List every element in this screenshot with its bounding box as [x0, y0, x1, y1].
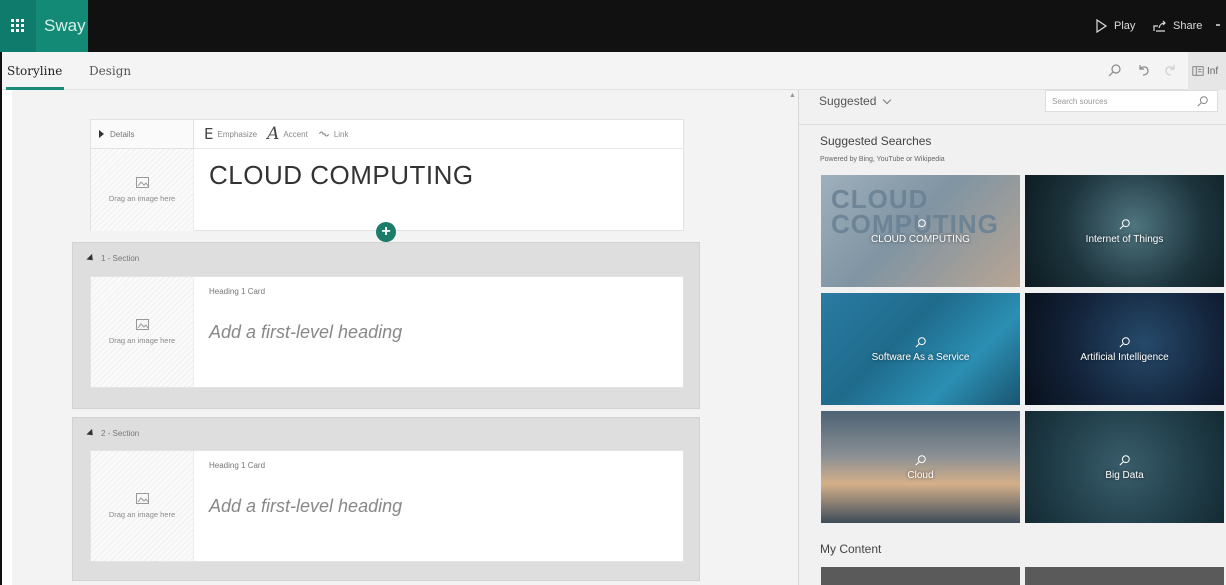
accent-label: Accent — [283, 129, 308, 139]
heading-card: Drag an image here Heading 1 Card Add a … — [90, 450, 684, 562]
suggestion-tile-big-data[interactable]: Big Data — [1025, 411, 1224, 523]
heading-card: Drag an image here Heading 1 Card Add a … — [90, 276, 684, 388]
collapse-icon — [86, 253, 96, 264]
story-title[interactable]: CLOUD COMPUTING — [209, 160, 474, 191]
link-icon — [319, 131, 329, 137]
dropdown-label: Suggested — [819, 94, 877, 108]
section-2: 2 - Section Drag an image here Heading 1… — [72, 417, 700, 581]
card-image-dropzone[interactable]: Drag an image here — [91, 451, 194, 561]
scroll-up-arrow[interactable]: ▲ — [789, 92, 796, 99]
card-type-label: Heading 1 Card — [209, 461, 266, 470]
link-button[interactable]: Link — [318, 128, 349, 140]
image-dropzone-label: Drag an image here — [108, 336, 176, 345]
search-icon — [1118, 454, 1130, 466]
separator — [799, 124, 1226, 125]
tile-label: Internet of Things — [1085, 233, 1164, 245]
play-icon — [1096, 19, 1108, 33]
redo-icon[interactable] — [1163, 63, 1177, 77]
tile-label: Cloud — [907, 469, 934, 481]
suggestion-tile-software-as-a-service[interactable]: Software As a Service — [821, 293, 1020, 405]
emphasize-button[interactable]: E Emphasize — [204, 125, 257, 143]
more-options-button[interactable] — [1216, 24, 1220, 26]
image-icon — [135, 319, 149, 330]
play-label: Play — [1114, 20, 1136, 32]
collapse-icon — [86, 428, 96, 439]
app-topbar: Sway Play Share — [0, 0, 1226, 52]
search-icon[interactable] — [1108, 63, 1122, 77]
accent-icon: A — [267, 124, 280, 144]
play-button[interactable]: Play — [1094, 0, 1135, 52]
search-icon — [914, 454, 926, 466]
image-dropzone-label: Drag an image here — [108, 194, 176, 203]
app-launcher-button[interactable] — [0, 0, 36, 52]
suggestion-tile-internet-of-things[interactable]: Internet of Things — [1025, 175, 1224, 287]
powered-by-label: Powered by Bing, YouTube or Wikipedia — [820, 156, 945, 163]
title-card: Details E Emphasize A Accent Link Drag a… — [90, 119, 684, 231]
image-icon — [135, 177, 149, 188]
my-content-tile[interactable] — [1025, 567, 1224, 585]
suggestion-tile-cloud-computing[interactable]: CLOUD COMPUTING CLOUD COMPUTING — [821, 175, 1020, 287]
image-icon — [135, 493, 149, 504]
undo-icon[interactable] — [1137, 63, 1151, 77]
section-header[interactable]: 1 - Section — [86, 243, 140, 274]
heading-input[interactable]: Add a first-level heading — [209, 496, 402, 517]
panel-icon — [1192, 66, 1204, 76]
suggested-searches-title: Suggested Searches — [820, 134, 932, 148]
tile-label: Big Data — [1105, 469, 1144, 481]
search-icon — [1118, 336, 1130, 348]
section-label: 2 - Section — [101, 429, 140, 438]
card-image-dropzone[interactable]: Drag an image here — [91, 277, 194, 387]
tab-bar: Storyline Design Inf — [0, 52, 1226, 90]
waffle-icon — [11, 19, 24, 32]
section-label: 1 - Section — [101, 254, 140, 263]
expand-right-icon — [99, 130, 104, 138]
emphasize-label: Emphasize — [217, 129, 258, 139]
suggestions-panel: Suggested Search sources Suggested Searc… — [799, 90, 1226, 585]
search-icon — [1118, 218, 1130, 230]
search-icon[interactable] — [1197, 95, 1209, 107]
suggestion-tile-cloud[interactable]: Cloud — [821, 411, 1020, 523]
tile-label: Software As a Service — [871, 351, 970, 363]
share-label: Share — [1173, 20, 1203, 32]
details-label: Details — [110, 129, 135, 139]
suggested-dropdown[interactable]: Suggested — [819, 91, 892, 111]
search-placeholder: Search sources — [1052, 96, 1108, 106]
details-toggle[interactable]: Details — [91, 120, 194, 149]
tile-label: Artificial Intelligence — [1080, 351, 1169, 363]
heading-input[interactable]: Add a first-level heading — [209, 322, 402, 343]
search-sources-input[interactable]: Search sources — [1045, 90, 1218, 112]
link-label: Link — [333, 129, 349, 139]
app-name[interactable]: Sway — [36, 0, 88, 52]
tab-storyline[interactable]: Storyline — [5, 52, 65, 90]
section-header[interactable]: 2 - Section — [86, 418, 140, 449]
add-card-button[interactable]: + — [376, 222, 396, 242]
image-dropzone-label: Drag an image here — [108, 510, 176, 519]
share-icon — [1153, 20, 1166, 32]
title-image-dropzone[interactable]: Drag an image here — [91, 149, 194, 231]
info-label: Inf — [1207, 65, 1219, 77]
search-icon — [914, 336, 926, 348]
accent-button[interactable]: A Accent — [267, 124, 308, 144]
share-button[interactable]: Share — [1153, 0, 1202, 52]
info-button[interactable]: Inf — [1188, 52, 1226, 90]
chevron-down-icon — [883, 95, 892, 104]
suggestion-tile-artificial-intelligence[interactable]: Artificial Intelligence — [1025, 293, 1224, 405]
my-content-title: My Content — [820, 542, 882, 556]
plus-icon: + — [381, 223, 391, 240]
my-content-tile[interactable] — [821, 567, 1020, 585]
window-frame — [0, 52, 2, 585]
format-toolbar: E Emphasize A Accent Link — [194, 120, 683, 149]
emphasize-icon: E — [204, 125, 214, 143]
card-type-label: Heading 1 Card — [209, 287, 266, 296]
tile-background-text: CLOUD COMPUTING — [831, 184, 999, 239]
section-1: 1 - Section Drag an image here Heading 1… — [72, 242, 700, 409]
tab-design[interactable]: Design — [89, 52, 131, 90]
